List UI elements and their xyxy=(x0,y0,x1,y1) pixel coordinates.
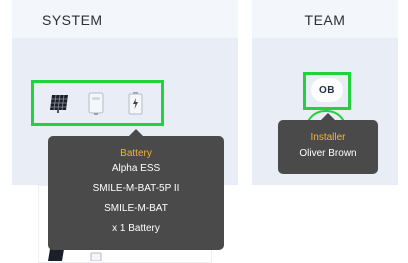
tooltip-label: Installer xyxy=(310,132,346,143)
team-card-header: TEAM xyxy=(252,0,398,38)
installer-tooltip: Installer Oliver Brown xyxy=(278,113,378,174)
installer-name: Oliver Brown xyxy=(299,148,357,159)
system-devices-highlight xyxy=(31,80,164,126)
tooltip-line-count: x 1 Battery xyxy=(112,223,160,234)
inverter-icon xyxy=(90,252,102,261)
system-card-header: SYSTEM xyxy=(12,0,238,38)
avatar-highlight xyxy=(303,72,351,110)
tooltip-line-model-alt: SMILE-M-BAT xyxy=(104,203,168,214)
team-title: TEAM xyxy=(304,12,346,28)
battery-tooltip: Battery Alpha ESS SMILE-M-BAT-5P II SMIL… xyxy=(48,129,224,250)
tooltip-line-model: SMILE-M-BAT-5P II xyxy=(92,183,180,194)
tooltip-label: Battery xyxy=(120,148,152,159)
tooltip-line-manufacturer: Alpha ESS xyxy=(111,163,161,174)
system-title: SYSTEM xyxy=(42,12,103,28)
